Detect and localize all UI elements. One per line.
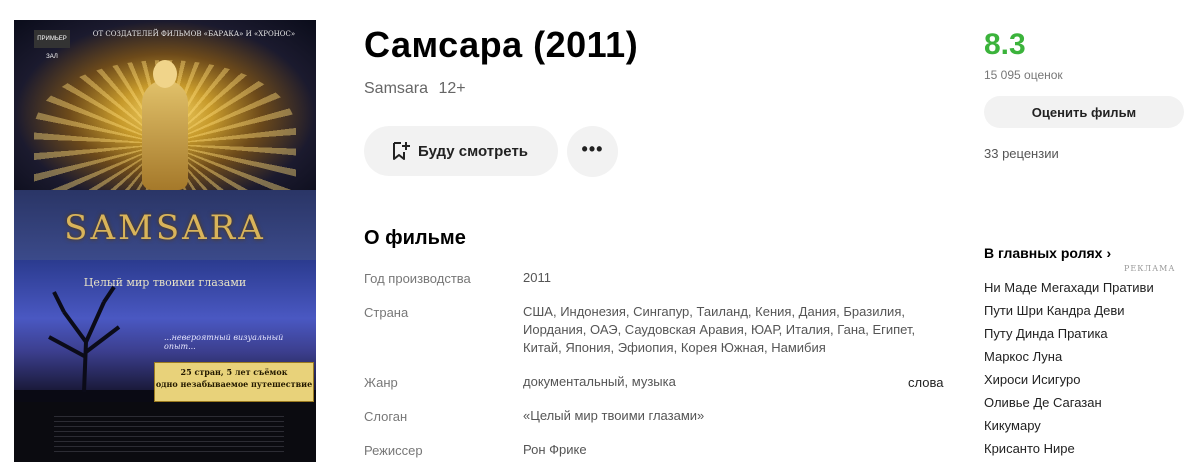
country-value[interactable]: США, Индонезия, Сингапур, Таиланд, Кения…	[523, 303, 928, 357]
original-title-line: Samsara 12+	[364, 80, 466, 98]
movie-poster[interactable]: ПРИМЬЕР ЗАЛ ОТ СОЗДАТЕЛЕЙ ФИЛЬМОВ «БАРАК…	[14, 20, 316, 462]
cast-heading: В главных ролях	[984, 245, 1103, 261]
age-rating: 12+	[438, 80, 466, 97]
poster-top-text: ОТ СОЗДАТЕЛЕЙ ФИЛЬМОВ «БАРАКА» И «ХРОНОС…	[92, 30, 296, 38]
reviews-link[interactable]: 33 рецензии	[984, 146, 1059, 161]
cast-item[interactable]: Пути Шри Кандра Деви	[984, 301, 1154, 324]
more-actions-button[interactable]: •••	[567, 126, 618, 177]
votes-count: 15 095 оценок	[984, 68, 1063, 82]
page-title: Самсара (2011)	[364, 24, 639, 65]
poster-badge: ПРИМЬЕР ЗАЛ	[34, 30, 70, 60]
genre-value[interactable]: документальный, музыка	[523, 373, 928, 391]
bookmark-add-icon	[393, 142, 410, 160]
poster-tree-silhouette	[48, 285, 121, 392]
genre-label: Жанр	[364, 375, 398, 390]
rate-movie-button[interactable]: Оценить фильм	[984, 96, 1184, 128]
poster-slogan: Целый мир твоими глазами	[83, 276, 247, 289]
watch-later-label: Буду смотреть	[418, 142, 529, 160]
poster-figure-head	[153, 60, 177, 88]
cast-item[interactable]: Крисанто Нире	[984, 439, 1154, 462]
slogan-label: Слоган	[364, 409, 408, 424]
cast-item[interactable]: Маркос Луна	[984, 347, 1154, 370]
year-label: Год производства	[364, 271, 471, 286]
cast-item[interactable]: Хироси Исигуро	[984, 370, 1154, 393]
cast-list: Ни Маде Мегахади Пративи Пути Шри Кандра…	[984, 278, 1154, 462]
about-heading: О фильме	[364, 227, 466, 249]
cast-item[interactable]: Оливье Де Сагазан	[984, 393, 1154, 416]
poster-plate-line2: одно незабываемое путешествие	[155, 379, 313, 389]
poster-credits	[54, 412, 284, 452]
slogan-value: «Целый мир твоими глазами»	[523, 408, 705, 423]
rating-value: 8.3	[984, 28, 1026, 61]
country-label: Страна	[364, 305, 409, 320]
cast-heading-link[interactable]: В главных ролях ›	[984, 245, 1111, 261]
director-label: Режиссер	[364, 443, 423, 458]
poster-plate-text: 25 стран, 5 лет съёмок одно незабываемое…	[154, 366, 314, 390]
ad-label: РЕКЛАМА	[1124, 264, 1176, 273]
original-title: Samsara	[364, 80, 429, 97]
more-dots-icon: •••	[581, 138, 604, 159]
poster-title: SAMSARA	[64, 208, 266, 248]
cast-item[interactable]: Ни Маде Мегахади Пративи	[984, 278, 1154, 301]
poster-figure	[142, 80, 188, 190]
poster-subline: ...невероятный визуальный опыт...	[164, 333, 284, 351]
poster-plate-line1: 25 стран, 5 лет съёмок	[180, 367, 288, 377]
cast-item[interactable]: Кикумару	[984, 416, 1154, 439]
director-value[interactable]: Рон Фрике	[523, 441, 928, 459]
chevron-right-icon: ›	[1106, 245, 1112, 261]
year-value[interactable]: 2011	[523, 269, 928, 287]
watch-later-button[interactable]: Буду смотреть	[364, 126, 558, 176]
cast-item[interactable]: Путу Динда Пратика	[984, 324, 1154, 347]
keywords-link[interactable]: слова	[908, 375, 943, 390]
